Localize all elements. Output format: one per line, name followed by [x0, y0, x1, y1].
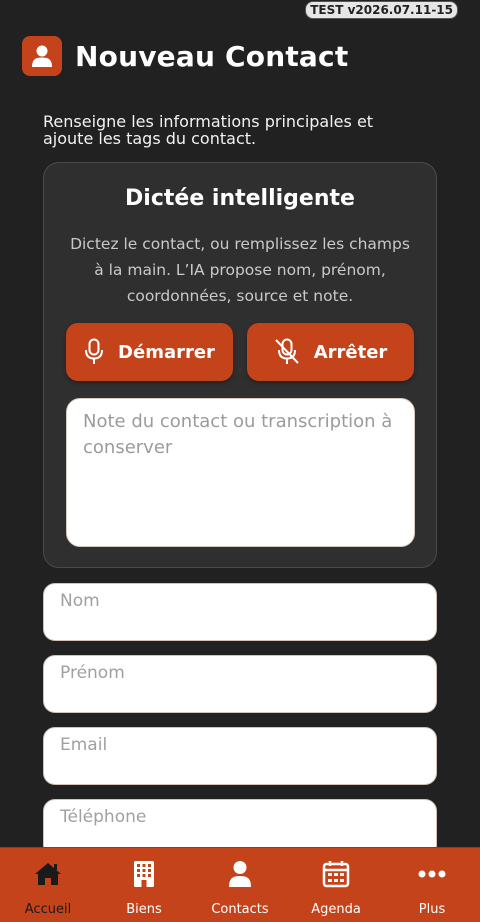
- nav-label-contacts: Contacts: [211, 902, 269, 917]
- building-icon: [133, 860, 155, 888]
- dictation-title: Dictée intelligente: [125, 186, 355, 211]
- more-icon: [418, 860, 446, 888]
- stop-button-label: Arrêter: [313, 341, 388, 363]
- email-input[interactable]: [43, 727, 437, 785]
- page-title: Nouveau Contact: [75, 39, 349, 73]
- nav-item-agenda[interactable]: Agenda: [288, 848, 384, 917]
- user-icon: [22, 36, 62, 76]
- calendar-icon: [322, 860, 350, 888]
- nav-item-biens[interactable]: Biens: [96, 848, 192, 917]
- nav-label-agenda: Agenda: [311, 902, 361, 917]
- nav-item-accueil[interactable]: Accueil: [0, 848, 96, 917]
- dictation-description: Dictez le contact, ou remplissez les cha…: [70, 235, 410, 305]
- bottom-nav: Accueil Biens Contacts Agenda Plus: [0, 847, 480, 922]
- nav-item-contacts[interactable]: Contacts: [192, 848, 288, 917]
- nom-input[interactable]: [43, 583, 437, 641]
- user-icon: [228, 860, 252, 888]
- start-button-label: Démarrer: [118, 341, 215, 363]
- version-badge: TEST v2026.07.11-15: [305, 1, 458, 19]
- start-button[interactable]: Démarrer: [66, 323, 233, 381]
- prenom-input[interactable]: [43, 655, 437, 713]
- nav-label-accueil: Accueil: [24, 902, 72, 917]
- microphone-icon: [84, 338, 104, 366]
- page-header: Nouveau Contact: [22, 36, 458, 76]
- stop-button[interactable]: Arrêter: [247, 323, 414, 381]
- nav-label-plus: Plus: [418, 902, 446, 917]
- dictation-card: Dictée intelligente Dictez le contact, o…: [43, 162, 437, 568]
- intro-text: Renseigne les informations principales e…: [43, 112, 374, 148]
- nav-item-plus[interactable]: Plus: [384, 848, 480, 917]
- note-textarea[interactable]: [66, 398, 415, 547]
- home-icon: [34, 860, 62, 888]
- microphone-off-icon: [274, 338, 300, 366]
- nav-label-biens: Biens: [126, 902, 162, 917]
